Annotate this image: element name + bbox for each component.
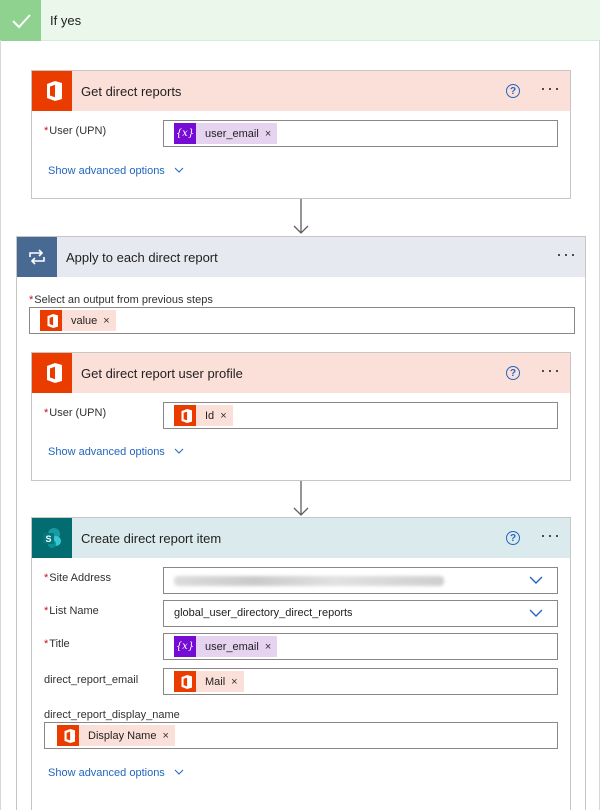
remove-token-icon[interactable]: × (220, 410, 232, 422)
action-title: Get direct report user profile (81, 366, 243, 381)
required-mark: * (44, 572, 49, 584)
help-icon[interactable]: ? (506, 84, 520, 98)
remove-token-icon[interactable]: × (265, 641, 277, 653)
more-options-icon[interactable]: ··· (556, 245, 577, 263)
dynamic-token[interactable]: Display Name × (57, 725, 175, 746)
action-header[interactable]: Get direct reports ? ··· (32, 71, 570, 111)
label-text: Site Address (49, 572, 112, 584)
action-get-user-profile: Get direct report user profile ? ··· *Us… (31, 352, 571, 481)
show-advanced-options-link[interactable]: Show advanced options (48, 446, 184, 458)
link-text: Show advanced options (48, 446, 165, 458)
svg-text:S: S (45, 534, 51, 544)
list-name-value: global_user_directory_direct_reports (174, 607, 353, 619)
token-label: value (71, 314, 98, 327)
dynamic-token[interactable]: {x} user_email × (174, 636, 278, 657)
required-mark: * (44, 125, 49, 137)
select-output-label: *Select an output from previous steps (29, 294, 213, 306)
token-label: Mail (205, 675, 226, 688)
action-title: Create direct report item (81, 531, 222, 546)
remove-token-icon[interactable]: × (162, 730, 174, 742)
required-mark: * (44, 605, 49, 617)
redacted-site-url (174, 576, 444, 586)
action-title: Get direct reports (81, 84, 182, 99)
condition-yes-header (0, 0, 600, 41)
help-icon[interactable]: ? (506, 531, 520, 545)
loop-title: Apply to each direct report (66, 250, 218, 265)
loop-header[interactable]: Apply to each direct report ··· (17, 237, 585, 277)
loop-icon (17, 237, 57, 277)
action-header[interactable]: S Create direct report item ? ··· (32, 518, 570, 558)
select-output-field[interactable]: value × (29, 307, 575, 334)
more-options-icon[interactable]: ··· (540, 361, 561, 379)
flow-arrow-icon (293, 481, 309, 516)
user-upn-field[interactable]: {x} user_email × (163, 120, 558, 147)
more-options-icon[interactable]: ··· (540, 526, 561, 544)
label-text: User (UPN) (49, 407, 107, 419)
link-text: Show advanced options (48, 767, 165, 779)
chevron-down-icon (174, 167, 184, 173)
token-label: Id (205, 409, 215, 422)
office365-icon (57, 725, 79, 746)
required-mark: * (44, 407, 49, 419)
required-mark: * (44, 638, 49, 650)
direct-report-display-name-field[interactable]: Display Name × (44, 722, 558, 749)
chevron-down-icon (529, 576, 543, 584)
office365-icon (32, 71, 72, 111)
dynamic-token[interactable]: Mail × (174, 671, 244, 692)
sharepoint-icon: S (32, 518, 72, 558)
label-text: List Name (49, 605, 99, 617)
show-advanced-options-link[interactable]: Show advanced options (48, 165, 184, 177)
label-text: Select an output from previous steps (34, 294, 213, 306)
direct-report-email-label: direct_report_email (44, 674, 139, 686)
chevron-down-icon (174, 448, 184, 454)
dynamic-token[interactable]: {x} user_email × (174, 123, 278, 144)
user-upn-label: *User (UPN) (44, 125, 106, 137)
remove-token-icon[interactable]: × (103, 315, 115, 327)
action-create-item: S Create direct report item ? ··· *Site … (31, 517, 571, 810)
label-text: User (UPN) (49, 125, 107, 137)
label-text: Title (49, 638, 70, 650)
variable-icon: {x} (174, 123, 196, 144)
office365-icon (40, 310, 62, 331)
flow-arrow-icon (293, 199, 309, 234)
help-icon[interactable]: ? (506, 366, 520, 380)
office365-icon (174, 671, 196, 692)
direct-report-email-field[interactable]: Mail × (163, 668, 558, 695)
user-upn-label: *User (UPN) (44, 407, 106, 419)
site-address-label: *Site Address (44, 572, 111, 584)
dynamic-token[interactable]: value × (40, 310, 116, 331)
link-text: Show advanced options (48, 165, 165, 177)
title-field[interactable]: {x} user_email × (163, 633, 558, 660)
more-options-icon[interactable]: ··· (540, 79, 561, 97)
site-address-dropdown[interactable] (163, 567, 558, 594)
user-upn-field[interactable]: Id × (163, 402, 558, 429)
token-label: user_email (205, 127, 259, 140)
check-icon (0, 0, 41, 41)
office365-icon (174, 405, 196, 426)
title-label: *Title (44, 638, 70, 650)
dynamic-token[interactable]: Id × (174, 405, 233, 426)
required-mark: * (29, 294, 34, 306)
action-header[interactable]: Get direct report user profile ? ··· (32, 353, 570, 393)
office365-icon (32, 353, 72, 393)
action-get-direct-reports: Get direct reports ? ··· *User (UPN) {x}… (31, 70, 571, 199)
chevron-down-icon (174, 769, 184, 775)
token-label: user_email (205, 640, 259, 653)
chevron-down-icon (529, 609, 543, 617)
list-name-dropdown[interactable]: global_user_directory_direct_reports (163, 600, 558, 627)
token-label: Display Name (88, 729, 157, 742)
variable-icon: {x} (174, 636, 196, 657)
show-advanced-options-link[interactable]: Show advanced options (48, 767, 184, 779)
remove-token-icon[interactable]: × (265, 128, 277, 140)
condition-yes-title: If yes (50, 13, 82, 28)
list-name-label: *List Name (44, 605, 99, 617)
remove-token-icon[interactable]: × (231, 676, 243, 688)
direct-report-display-name-label: direct_report_display_name (44, 709, 180, 721)
